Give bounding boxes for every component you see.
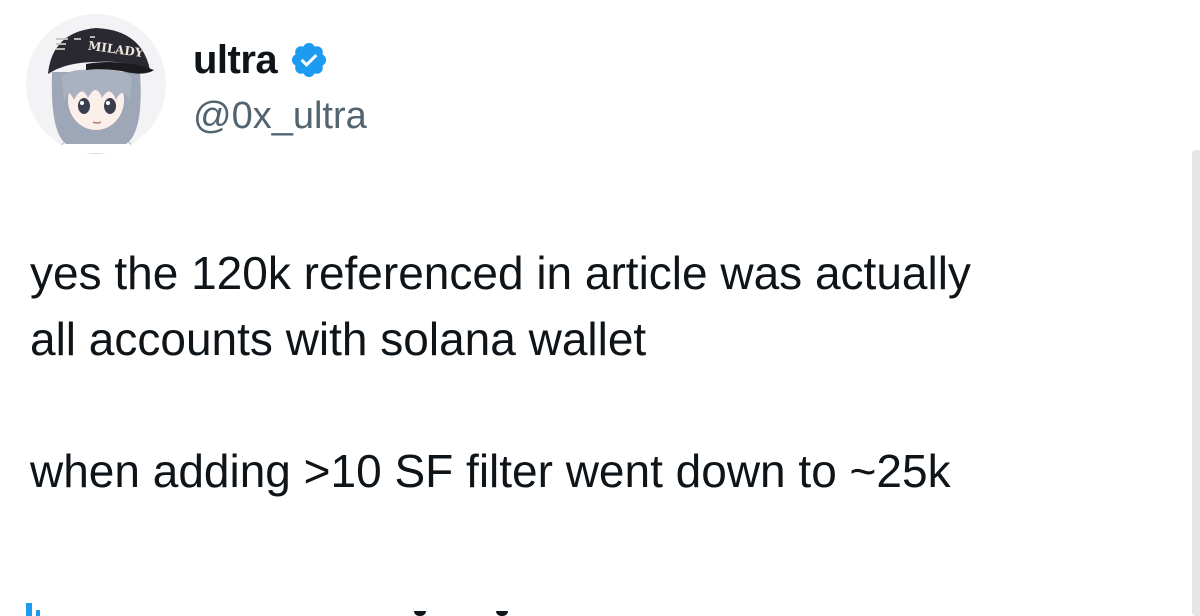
avatar[interactable]: MILADY: [26, 14, 166, 154]
verified-badge-icon: [292, 42, 327, 78]
anime-girl-avatar-icon: MILADY: [26, 14, 166, 154]
tweet-text-line: yes the 120k referenced in article was a…: [30, 247, 971, 299]
translate-link-cut-off[interactable]: [26, 603, 546, 616]
tweet-text-line: all accounts with solana wallet: [30, 313, 647, 365]
author-name-row: ultra: [193, 38, 329, 82]
scrollbar[interactable]: [1192, 150, 1200, 616]
tweet-text-line: when adding >10 SF filter went down to ~…: [30, 445, 951, 497]
author-handle[interactable]: @0x_ultra: [193, 94, 367, 138]
author-display-name[interactable]: ultra: [193, 38, 278, 82]
tweet-text: yes the 120k referenced in article was a…: [30, 240, 1160, 504]
tweet-card: MILADY ultra @0x_ultra yes the 120k refe…: [0, 0, 1200, 616]
